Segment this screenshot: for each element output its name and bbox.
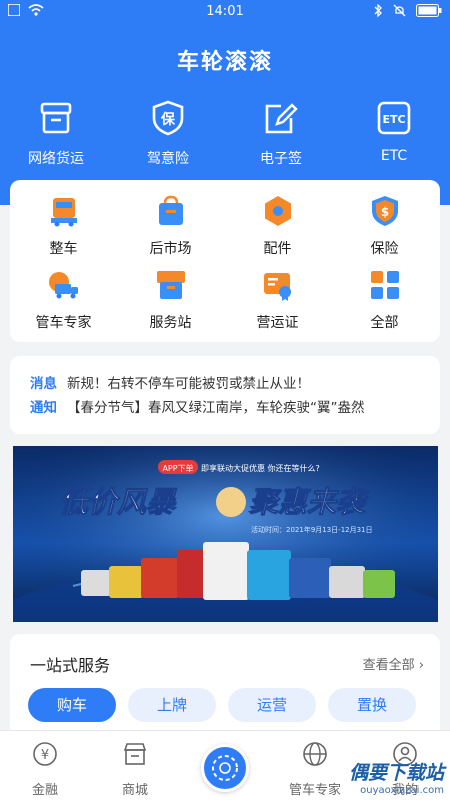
quick-item-label: 电子签 xyxy=(260,151,302,167)
yen-circle-icon: ¥ xyxy=(33,742,57,766)
grid-item-label: 服务站 xyxy=(149,315,192,331)
truck-globe-icon xyxy=(48,272,78,299)
news-item[interactable]: 消息 新规！右转不停车可能被罚或禁止从业！ xyxy=(30,372,310,392)
grid-item-label: 营运证 xyxy=(256,315,299,331)
svg-text:¥: ¥ xyxy=(41,748,49,763)
app-title: 车轮滚滚 xyxy=(176,50,273,75)
watermark-title: 偶要下载站 xyxy=(348,762,444,784)
quick-item-insurance[interactable]: 保 驾意险 xyxy=(112,98,224,168)
quick-item-etc[interactable]: ETC ETC xyxy=(338,98,450,164)
battery-icon xyxy=(416,4,442,17)
banner-badge: APP下单 xyxy=(162,463,193,473)
banner-headline-left: 低价风暴 xyxy=(59,485,177,519)
grid-item-fleet-expert[interactable]: 管车专家 xyxy=(10,268,117,332)
wheel-logo-icon xyxy=(212,755,238,781)
grid-item-parts[interactable]: 配件 xyxy=(224,194,331,258)
certificate-icon xyxy=(263,273,291,301)
tab-label: 商城 xyxy=(121,783,148,798)
grid-item-service-station[interactable]: 服务站 xyxy=(117,268,224,332)
quick-item-label: ETC xyxy=(380,148,408,164)
service-grid-card: 整车 后市场 配件 $ 保险 管车专家 服务站 营运证 全部 xyxy=(10,180,440,342)
banner-artwork: APP下单 即享联动大促优惠 你还在等什么? 低价风暴 聚惠来袭 活动时间：20… xyxy=(13,446,438,622)
pill-operation[interactable]: 运营 xyxy=(228,688,316,722)
news-card: 消息 新规！右转不停车可能被罚或禁止从业！ 通知 【春分节气】春风又绿江南岸，车轮疾… xyxy=(10,356,440,434)
grid-item-label: 配件 xyxy=(263,241,292,257)
section-title: 一站式服务 xyxy=(30,656,111,675)
shopping-bag-icon xyxy=(158,195,183,225)
etc-icon: ETC xyxy=(377,101,411,135)
bluetooth-icon xyxy=(374,4,382,17)
quick-item-network-freight[interactable]: 网络货运 xyxy=(0,98,112,168)
pill-trade-in[interactable]: 置换 xyxy=(328,688,416,722)
one-stop-service-card: 一站式服务 查看全部 › 购车 上牌 运营 置换 xyxy=(10,634,440,744)
archive-box-icon xyxy=(40,102,72,134)
pill-buy-car[interactable]: 购车 xyxy=(28,688,116,722)
quick-item-label: 网络货运 xyxy=(28,151,84,167)
grid-item-label: 后市场 xyxy=(149,241,192,257)
store-icon xyxy=(123,743,147,765)
sign-pen-icon xyxy=(265,103,298,134)
pill-registration[interactable]: 上牌 xyxy=(128,688,216,722)
quick-item-label: 驾意险 xyxy=(147,151,189,167)
watermark-url: ouyaoxiazai.com xyxy=(360,785,444,796)
news-tag: 消息 xyxy=(30,376,57,392)
banner-headline-right: 聚惠来袭 xyxy=(248,485,370,519)
banner-dates: 活动时间：2021年9月13日-12月31日 xyxy=(251,525,373,534)
truck-icon xyxy=(50,198,77,227)
grid-item-operating-permit[interactable]: 营运证 xyxy=(224,268,331,332)
quick-item-esign[interactable]: 电子签 xyxy=(225,98,337,168)
chevron-right-icon: › xyxy=(418,658,424,673)
grid-item-label: 管车专家 xyxy=(35,315,92,331)
insurance-shield-icon: 保 xyxy=(152,100,184,136)
hex-part-icon xyxy=(264,196,291,226)
service-box-icon xyxy=(156,271,185,299)
all-grid-icon xyxy=(370,271,399,299)
news-text: 【春分节气】春风又绿江南岸，车轮疾驶“翼”盎然 xyxy=(67,400,365,416)
view-all-label: 查看全部 xyxy=(362,658,415,673)
watermark: 偶要下载站 ouyaoxiazai.com xyxy=(314,758,444,796)
svg-text:ETC: ETC xyxy=(382,113,405,126)
grid-item-all[interactable]: 全部 xyxy=(331,268,438,332)
tab-mall[interactable]: 商城 xyxy=(90,741,180,798)
center-home-button[interactable] xyxy=(201,744,249,792)
news-item[interactable]: 通知 【春分节气】春风又绿江南岸，车轮疾驶“翼”盎然 xyxy=(30,396,365,416)
news-text: 新规！右转不停车可能被罚或禁止从业！ xyxy=(67,376,310,392)
grid-item-label: 保险 xyxy=(370,241,399,257)
mute-bell-icon xyxy=(393,4,406,17)
promo-banner[interactable]: APP下单 即享联动大促优惠 你还在等什么? 低价风暴 聚惠来袭 活动时间：20… xyxy=(13,446,438,622)
view-all-link[interactable]: 查看全部 › xyxy=(363,654,424,673)
yen-shield-icon: $ xyxy=(371,196,398,226)
grid-item-whole-vehicle[interactable]: 整车 xyxy=(10,194,117,258)
status-bar: 14:01 xyxy=(0,0,450,24)
grid-item-label: 整车 xyxy=(49,241,78,257)
grid-item-insurance[interactable]: $ 保险 xyxy=(331,194,438,258)
news-tag: 通知 xyxy=(30,400,57,416)
svg-text:$: $ xyxy=(380,205,388,219)
grid-item-label: 全部 xyxy=(370,315,399,331)
grid-item-aftermarket[interactable]: 后市场 xyxy=(117,194,224,258)
tab-label: 金融 xyxy=(31,783,58,798)
tab-finance[interactable]: ¥ 金融 xyxy=(0,741,90,798)
banner-subtitle: 即享联动大促优惠 你还在等什么? xyxy=(201,463,320,473)
svg-text:保: 保 xyxy=(160,111,176,128)
